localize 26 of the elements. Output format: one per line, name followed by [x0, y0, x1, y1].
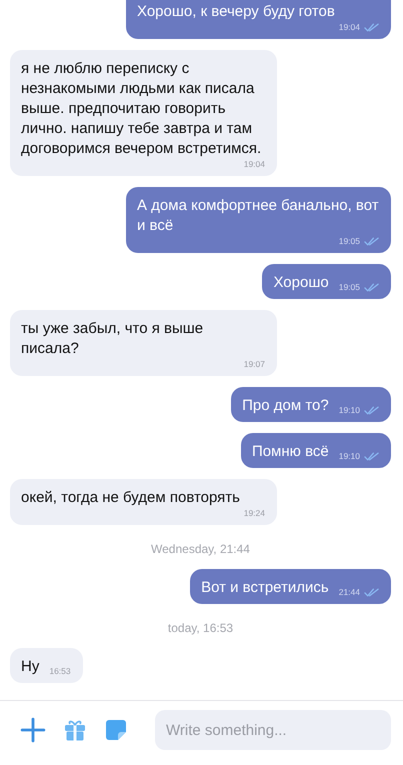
message-text: А дома комфортнее банально, вот и всё: [137, 196, 379, 236]
date-separator: today, 16:53: [168, 621, 234, 635]
date-separator: Wednesday, 21:44: [151, 542, 250, 556]
message-text: Помню всё: [252, 442, 329, 462]
message-time: 19:10: [338, 405, 360, 415]
message-time: 19:04: [338, 22, 360, 32]
message-text: Хорошо, к вечеру буду готов: [137, 2, 335, 22]
plus-icon[interactable]: [20, 717, 46, 743]
message-text: Про дом то?: [242, 396, 329, 416]
message-text: Ну: [21, 657, 40, 677]
gift-icon[interactable]: [63, 718, 87, 742]
message-text: Вот и встретились: [201, 578, 329, 598]
message-time: 19:04: [244, 159, 265, 169]
message-text: Хорошо: [273, 273, 329, 293]
message-time: 19:07: [244, 359, 265, 369]
message-time: 21:44: [338, 587, 360, 597]
message-time: 16:53: [49, 666, 71, 676]
message-input[interactable]: Write something...: [155, 710, 391, 750]
message-time: 19:05: [338, 282, 360, 292]
message-time: 19:10: [338, 451, 360, 461]
sticker-icon[interactable]: [104, 718, 128, 742]
message-text: я не люблю переписку с незнакомыми людьми как писала выше. предпочитаю говорить лично. напишу тебе завтра и там договоримся вечером встретимся.: [21, 59, 262, 159]
message-time: 19:24: [244, 508, 265, 518]
message-text: окей, тогда не будем повторять: [21, 488, 240, 508]
message-time: 19:05: [338, 236, 360, 246]
message-text: ты уже забыл, что я выше писала?: [21, 319, 204, 359]
